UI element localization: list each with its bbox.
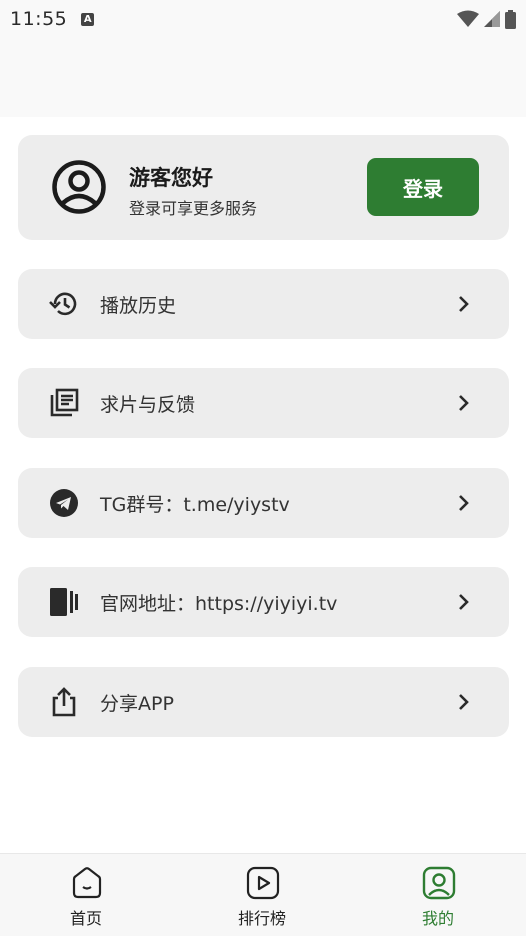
menu-item-feedback[interactable]: 求片与反馈 <box>18 368 509 438</box>
user-subtitle: 登录可享更多服务 <box>129 199 258 218</box>
menu-item-label: 官网地址：https://yiyiyi.tv <box>100 593 338 615</box>
account-circle-icon <box>52 160 106 214</box>
status-right-icons <box>457 9 516 29</box>
menu-item-label: 求片与反馈 <box>100 394 196 416</box>
status-time: 11:55 <box>10 8 68 30</box>
tab-mine[interactable]: 我的 <box>378 854 498 936</box>
menu-item-history[interactable]: 播放历史 <box>18 269 509 339</box>
menu-item-label: 播放历史 <box>100 295 177 317</box>
telegram-icon <box>50 489 78 517</box>
menu-item-label: TG群号：t.me/yiystv <box>100 494 290 516</box>
chevron-right-icon <box>459 296 469 312</box>
chevron-right-icon <box>459 395 469 411</box>
share-icon <box>52 687 76 717</box>
play-square-icon <box>246 866 280 900</box>
tab-mine-label: 我的 <box>421 909 454 928</box>
menu-item-label: 分享APP <box>100 693 174 715</box>
home-icon <box>72 867 102 899</box>
web-stories-icon <box>50 588 78 616</box>
menu-item-share[interactable]: 分享APP <box>18 667 509 737</box>
menu-item-website[interactable]: 官网地址：https://yiyiyi.tv <box>18 567 509 637</box>
a-letter-icon: A <box>81 12 95 26</box>
tab-ranking-label: 排行榜 <box>237 909 286 928</box>
tab-home[interactable]: 首页 <box>26 854 146 936</box>
menu-item-telegram[interactable]: TG群号：t.me/yiystv <box>18 468 509 538</box>
bottom-nav: 首页 排行榜 我的 <box>0 853 526 936</box>
user-square-icon <box>422 866 456 900</box>
library-books-icon <box>50 388 79 417</box>
status-bar: 11:55 A <box>0 0 526 38</box>
tab-ranking[interactable]: 排行榜 <box>202 854 322 936</box>
user-greeting: 游客您好 <box>129 166 213 190</box>
chevron-right-icon <box>459 694 469 710</box>
history-icon <box>49 292 77 316</box>
login-button[interactable]: 登录 <box>367 158 479 216</box>
chevron-right-icon <box>459 495 469 511</box>
user-card: 游客您好 登录可享更多服务 登录 <box>18 135 509 240</box>
chevron-right-icon <box>459 594 469 610</box>
wifi-icon <box>457 10 479 27</box>
tab-home-label: 首页 <box>69 909 102 928</box>
battery-icon <box>505 9 516 29</box>
signal-icon <box>484 11 500 27</box>
